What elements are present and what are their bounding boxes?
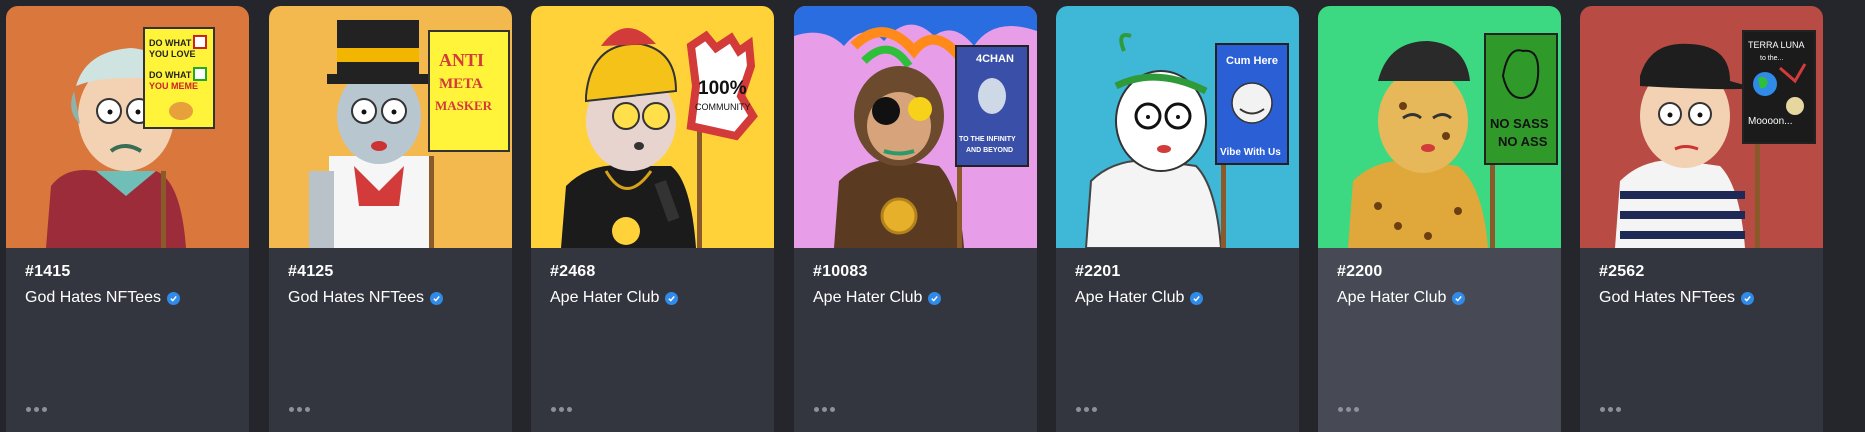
dot	[1600, 406, 1605, 412]
token-id: #2200	[1337, 263, 1383, 280]
token-id: #2562	[1599, 263, 1645, 280]
dot	[297, 406, 302, 412]
collection-name[interactable]: Ape Hater Club	[813, 289, 942, 307]
token-id: #2201	[1075, 263, 1121, 280]
svg-text:to the...: to the...	[1760, 55, 1783, 62]
collection-label: Ape Hater Club	[813, 289, 923, 306]
token-id: #10083	[813, 263, 868, 280]
nft-image[interactable]: TERRA LUNA to the... Moooon...	[1580, 6, 1823, 248]
nft-card[interactable]: TERRA LUNA to the... Moooon... #2562 God…	[1580, 6, 1823, 432]
svg-text:Cum Here: Cum Here	[1226, 55, 1278, 67]
nft-artwork: 4CHAN TO THE INFINITY AND BEYOND	[794, 6, 1037, 248]
dot	[1608, 406, 1613, 412]
dot	[1076, 406, 1081, 412]
svg-text:ANTI: ANTI	[439, 50, 484, 70]
nft-card[interactable]: 4CHAN TO THE INFINITY AND BEYOND #10083 …	[794, 6, 1037, 432]
svg-text:NO SASS: NO SASS	[1490, 116, 1549, 131]
nft-image[interactable]: DO WHAT YOU LOVE DO WHAT YOU MEME	[6, 6, 249, 248]
collection-name[interactable]: God Hates NFTees	[288, 289, 444, 307]
svg-text:Moooon...: Moooon...	[1748, 116, 1792, 127]
verified-icon	[1452, 291, 1466, 305]
collection-label: Ape Hater Club	[550, 289, 660, 306]
nft-image[interactable]: 100% COMMUNITY	[531, 6, 774, 248]
svg-text:AND BEYOND: AND BEYOND	[966, 147, 1013, 154]
nft-artwork: Cum Here Vibe With Us	[1056, 6, 1299, 248]
dot	[1346, 406, 1351, 412]
dot	[551, 406, 556, 412]
collection-label: Ape Hater Club	[1075, 289, 1185, 306]
token-id: #4125	[288, 263, 334, 280]
nft-grid: DO WHAT YOU LOVE DO WHAT YOU MEME #1415 …	[0, 0, 1865, 432]
svg-text:4CHAN: 4CHAN	[976, 53, 1014, 65]
svg-text:TO THE INFINITY: TO THE INFINITY	[959, 136, 1016, 143]
verified-icon	[928, 291, 942, 305]
collection-label: Ape Hater Club	[1337, 289, 1447, 306]
nft-image[interactable]: ANTI META MASKER	[269, 6, 512, 248]
dot	[814, 406, 819, 412]
svg-text:TERRA LUNA: TERRA LUNA	[1748, 40, 1805, 50]
dot	[305, 406, 310, 412]
collection-name[interactable]: Ape Hater Club	[550, 289, 679, 307]
more-options-button[interactable]	[814, 402, 840, 416]
collection-label: God Hates NFTees	[288, 289, 425, 306]
dot	[1354, 406, 1359, 412]
nft-image[interactable]: NO SASS NO ASS	[1318, 6, 1561, 248]
dot	[26, 406, 31, 412]
more-options-button[interactable]	[26, 402, 52, 416]
svg-text:DO WHAT: DO WHAT	[149, 38, 192, 48]
dot	[567, 406, 572, 412]
collection-label: God Hates NFTees	[25, 289, 162, 306]
svg-text:100%: 100%	[698, 78, 747, 99]
collection-name[interactable]: Ape Hater Club	[1075, 289, 1204, 307]
nft-card[interactable]: ANTI META MASKER #4125 God Hates NFTees	[269, 6, 512, 432]
token-id: #1415	[25, 263, 71, 280]
dot	[830, 406, 835, 412]
svg-text:META: META	[439, 76, 483, 92]
dot	[559, 406, 564, 412]
dot	[1338, 406, 1343, 412]
more-options-button[interactable]	[1076, 402, 1102, 416]
more-options-button[interactable]	[1600, 402, 1626, 416]
dot	[34, 406, 39, 412]
svg-text:COMMUNITY: COMMUNITY	[695, 102, 751, 112]
dot	[289, 406, 294, 412]
nft-artwork: ANTI META MASKER	[269, 6, 512, 248]
token-id: #2468	[550, 263, 596, 280]
svg-text:NO ASS: NO ASS	[1498, 134, 1548, 149]
svg-text:MASKER: MASKER	[435, 98, 493, 113]
dot	[1616, 406, 1621, 412]
verified-icon	[1190, 291, 1204, 305]
collection-label: God Hates NFTees	[1599, 289, 1736, 306]
more-options-button[interactable]	[1338, 402, 1364, 416]
collection-name[interactable]: God Hates NFTees	[1599, 289, 1755, 307]
verified-icon	[1741, 291, 1755, 305]
dot	[822, 406, 827, 412]
nft-artwork: DO WHAT YOU LOVE DO WHAT YOU MEME	[6, 6, 249, 248]
svg-text:YOU LOVE: YOU LOVE	[149, 49, 196, 59]
nft-card[interactable]: Cum Here Vibe With Us #2201 Ape Hater Cl…	[1056, 6, 1299, 432]
svg-text:DO WHAT: DO WHAT	[149, 70, 192, 80]
nft-artwork: NO SASS NO ASS	[1318, 6, 1561, 248]
nft-image[interactable]: 4CHAN TO THE INFINITY AND BEYOND	[794, 6, 1037, 248]
svg-text:YOU MEME: YOU MEME	[149, 81, 198, 91]
dot	[42, 406, 47, 412]
nft-card[interactable]: 100% COMMUNITY #2468 Ape Hater Club	[531, 6, 774, 432]
svg-text:Vibe With Us: Vibe With Us	[1220, 147, 1281, 158]
verified-icon	[430, 291, 444, 305]
nft-card[interactable]: DO WHAT YOU LOVE DO WHAT YOU MEME #1415 …	[6, 6, 249, 432]
dot	[1092, 406, 1097, 412]
nft-image[interactable]: Cum Here Vibe With Us	[1056, 6, 1299, 248]
collection-name[interactable]: Ape Hater Club	[1337, 289, 1466, 307]
dot	[1084, 406, 1089, 412]
more-options-button[interactable]	[551, 402, 577, 416]
nft-artwork: TERRA LUNA to the... Moooon...	[1580, 6, 1823, 248]
verified-icon	[167, 291, 181, 305]
nft-card[interactable]: NO SASS NO ASS #2200 Ape Hater Club	[1318, 6, 1561, 432]
nft-artwork: 100% COMMUNITY	[531, 6, 774, 248]
collection-name[interactable]: God Hates NFTees	[25, 289, 181, 307]
more-options-button[interactable]	[289, 402, 315, 416]
verified-icon	[665, 291, 679, 305]
